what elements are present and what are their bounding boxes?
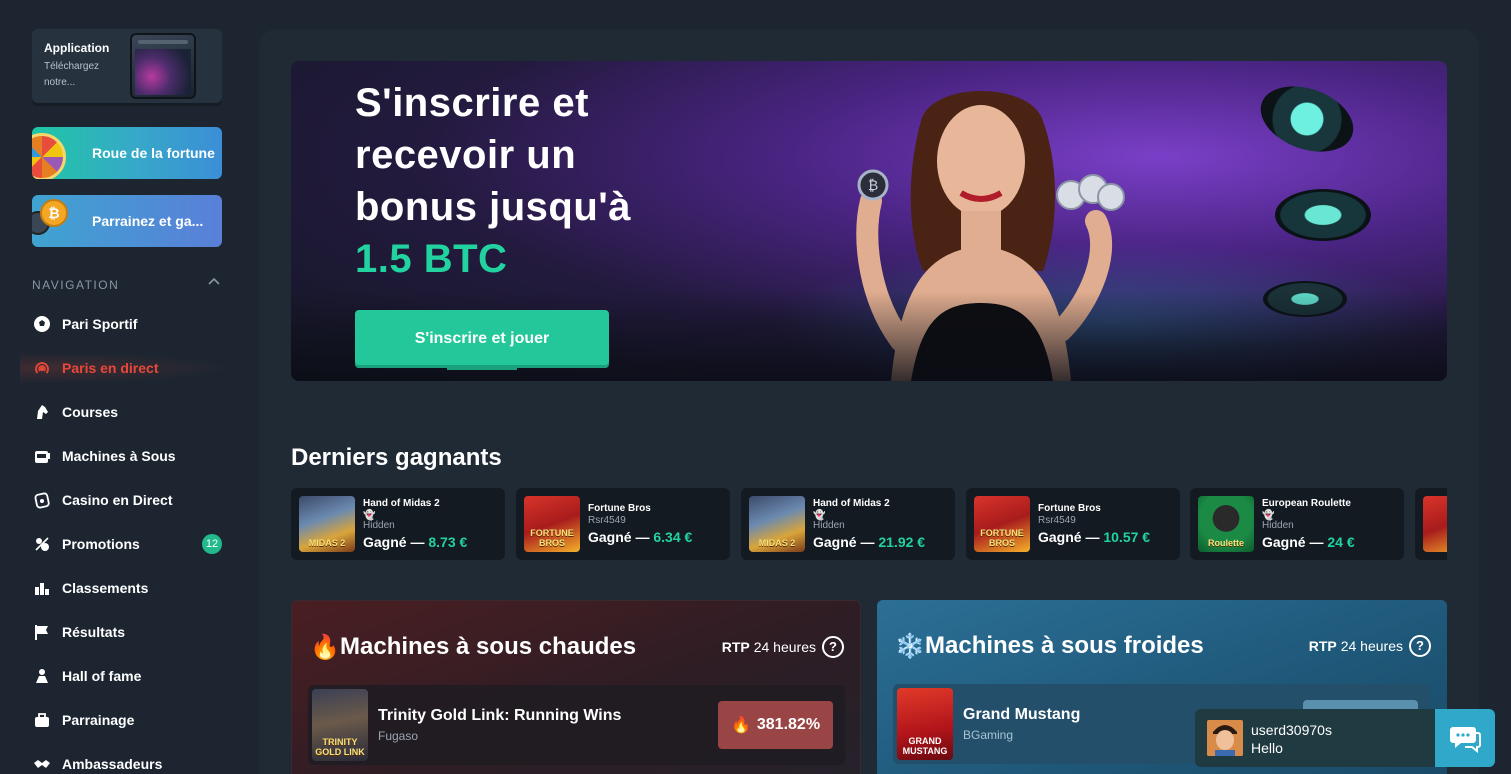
game-thumbnail: MIDAS 2 [299,496,355,552]
winner-card[interactable]: MIDAS 2 Hand of Midas 2 👻 Hidden Gagné —… [741,488,955,560]
nav-item-paris-en-direct[interactable]: Paris en direct [32,356,222,380]
flag-icon [32,622,52,642]
nav-item-courses[interactable]: Courses [32,400,222,424]
chat-open-button[interactable] [1435,709,1495,767]
game-thumbnail: FORTUNE BROS [974,496,1030,552]
hero-banner[interactable]: ₿ S'inscrire et recevoir un bonus jusqu'… [291,61,1447,381]
handshake-icon [32,754,52,774]
token-platform-icon [1275,189,1371,241]
cold-slots-title: Machines à sous froides [925,632,1204,659]
nav-item-resultats[interactable]: Résultats [32,620,222,644]
chevron-up-icon [208,277,220,285]
hot-rtp-info[interactable]: RTP 24 heures ? [722,636,844,658]
fire-icon: 🔥 [310,634,340,661]
latest-winners-carousel[interactable]: MIDAS 2 Hand of Midas 2 👻 Hidden Gagné —… [291,488,1447,560]
slot-machine-icon [32,446,52,466]
game-thumbnail: MIDAS 2 [749,496,805,552]
hot-slots-panel: 🔥 Machines à sous chaudes RTP 24 heures ?… [291,600,861,774]
chat-bubble-icon [1450,727,1481,753]
snowflake-icon: ❄️ [895,633,925,660]
game-thumbnail: FORTUNE BROS [524,496,580,552]
winner-card-partial[interactable] [1415,488,1447,560]
wheel-of-fortune-button[interactable]: Roue de la fortune [32,127,222,179]
nav-item-machines-a-sous[interactable]: Machines à Sous [32,444,222,468]
gift-percent-icon [32,534,52,554]
cold-rtp-info[interactable]: RTP 24 heures ? [1309,635,1431,657]
fire-icon: 🔥 [730,717,751,734]
fortune-wheel-icon [32,133,66,179]
hero-bonus-amount: 1.5 BTC [355,237,508,281]
nav-item-ambassadeurs[interactable]: Ambassadeurs [32,752,222,774]
winner-card[interactable]: FORTUNE BROS Fortune Bros Rsr4549 Gagné … [516,488,730,560]
navigation-header-label: NAVIGATION [32,278,120,292]
horse-head-icon [32,402,52,422]
bitcoin-icon: ₿ [40,199,68,227]
bitcoin-platform-icon [1251,74,1363,164]
hero-headline: S'inscrire et recevoir un bonus jusqu'à … [355,77,631,285]
live-broadcast-icon [32,358,52,378]
help-icon[interactable]: ? [822,636,844,658]
nav-item-parrainage[interactable]: Parrainage [32,708,222,732]
nav-item-casino-en-direct[interactable]: Casino en Direct [32,488,222,512]
game-thumbnail: Roulette [1198,496,1254,552]
referral-icon [32,710,52,730]
nav-item-pari-sportif[interactable]: Pari Sportif [32,312,222,336]
winner-card[interactable]: MIDAS 2 Hand of Midas 2 👻 Hidden Gagné —… [291,488,505,560]
trophy-person-icon [32,666,52,686]
phone-image [130,33,196,99]
chat-notification[interactable]: userd30970s Hello [1195,709,1435,767]
navigation-header[interactable]: NAVIGATION [32,276,222,292]
nav-item-hall-of-fame[interactable]: Hall of fame [32,664,222,688]
soccer-ball-icon [32,314,52,334]
leaderboard-icon [32,578,52,598]
casino-chip-icon [32,490,52,510]
rtp-percentage-badge: 🔥 381.82% [718,701,833,749]
chat-username: userd30970s [1251,722,1332,738]
chat-message: Hello [1251,740,1283,756]
app-card-title: Application [44,41,110,55]
app-download-card[interactable]: Application Téléchargez notre... [32,29,222,103]
wheel-of-fortune-label: Roue de la fortune [92,145,215,161]
avatar [1207,720,1243,756]
help-icon[interactable]: ? [1409,635,1431,657]
nav-item-promotions[interactable]: Promotions 12 [32,532,222,556]
refer-and-earn-label: Parrainez et ga... [92,213,204,229]
hot-slot-row[interactable]: TRINITY GOLD LINK Trinity Gold Link: Run… [308,685,845,765]
winner-card[interactable]: Roulette European Roulette 👻 Hidden Gagn… [1190,488,1404,560]
game-thumbnail [1423,496,1447,552]
game-thumbnail: TRINITY GOLD LINK [312,689,368,761]
game-thumbnail: GRAND MUSTANG [897,688,953,760]
svg-text:₿: ₿ [868,178,878,194]
winner-card[interactable]: FORTUNE BROS Fortune Bros Rsr4549 Gagné … [966,488,1180,560]
promotions-count-badge: 12 [202,534,222,554]
app-card-subtitle: Téléchargez notre... [44,61,100,88]
latest-winners-title: Derniers gagnants [291,444,502,471]
signup-and-play-button[interactable]: S'inscrire et jouer [355,310,609,370]
nav-item-classements[interactable]: Classements [32,576,222,600]
hot-slots-title: Machines à sous chaudes [340,633,637,660]
sidebar: Application Téléchargez notre... Roue de… [0,0,250,774]
refer-and-earn-button[interactable]: ₿ Parrainez et ga... [32,195,222,247]
